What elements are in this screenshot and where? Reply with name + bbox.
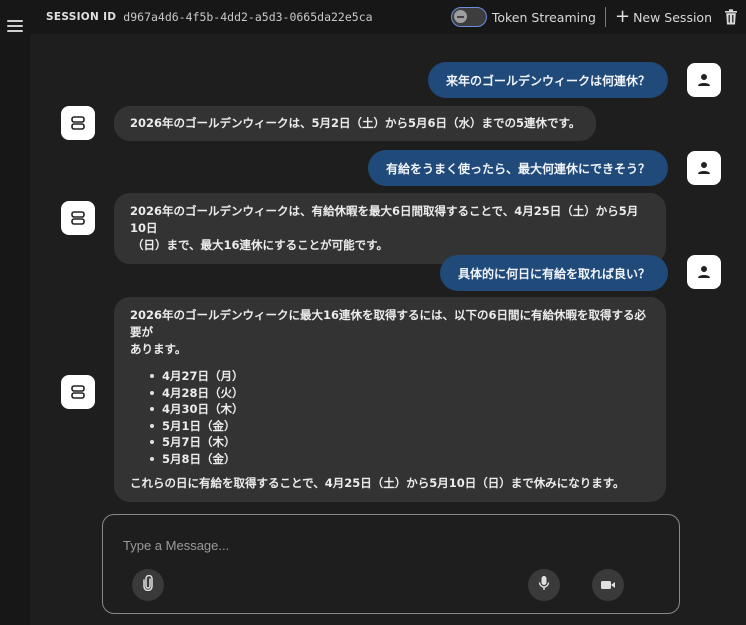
token-streaming-label: Token Streaming — [491, 9, 596, 25]
bot-message: 2026年のゴールデンウィークは、5月2日（土）から5月6日（水）までの5連休で… — [114, 106, 597, 141]
list-item: 4月30日（木） — [150, 401, 650, 418]
user-avatar-icon — [687, 151, 721, 185]
message-composer — [102, 514, 680, 614]
list-item: 4月28日（火） — [150, 385, 650, 402]
holiday-list: 4月27日（月） 4月28日（火） 4月30日（木） 5月1日（金） 5月7日（… — [150, 368, 650, 467]
chat-area: 来年のゴールデンウィークは何連休？ 2026年のゴールデンウィークは、5月2日（… — [30, 34, 746, 625]
bot-message: 2026年のゴールデンウィークに最大16連休を取得するには、以下の6日間に有給休… — [114, 297, 666, 502]
bot-message-line: あります。 — [130, 342, 187, 356]
plus-icon: + — [614, 6, 631, 27]
user-message: 有給をうまく使ったら、最大何連休にできそう？ — [367, 150, 668, 186]
bot-message-line: これらの日に有給を取得することで、4月25日（土）から5月10日（日）まで休みに… — [130, 476, 625, 490]
list-item: 5月8日（金） — [150, 451, 650, 468]
list-item: 5月1日（金） — [150, 418, 650, 435]
list-item: 4月27日（月） — [150, 368, 650, 385]
microphone-button[interactable] — [528, 569, 560, 601]
new-session-button[interactable]: + New Session — [615, 8, 712, 26]
user-avatar-icon — [687, 255, 721, 289]
divider — [604, 7, 606, 27]
side-rail — [0, 0, 30, 625]
new-session-label: New Session — [633, 9, 712, 25]
bot-avatar-icon — [61, 375, 95, 409]
menu-icon[interactable] — [7, 20, 23, 32]
attach-button[interactable] — [132, 569, 164, 601]
bot-message-line: 2026年のゴールデンウィークは、有給休暇を最大6日間取得することで、4月25日… — [130, 204, 639, 235]
bot-message: 2026年のゴールデンウィークは、有給休暇を最大6日間取得することで、4月25日… — [114, 193, 666, 264]
toggle-knob — [453, 10, 467, 23]
list-item: 5月7日（木） — [150, 434, 650, 451]
session-id-label: SESSION ID — [46, 11, 117, 23]
top-bar: SESSION ID d967a4d6-4f5b-4dd2-a5d3-0665d… — [30, 0, 746, 34]
bot-message-line: 2026年のゴールデンウィークに最大16連休を取得するには、以下の6日間に有給休… — [130, 308, 647, 339]
microphone-icon — [537, 575, 551, 595]
video-button[interactable] — [592, 569, 624, 601]
bot-avatar-icon — [61, 106, 95, 140]
user-avatar-icon — [687, 63, 721, 97]
bot-avatar-icon — [61, 201, 95, 235]
video-camera-icon — [600, 576, 616, 595]
message-input[interactable] — [123, 535, 643, 555]
bot-message-line: （日）まで、最大16連休にすることが可能です。 — [132, 238, 389, 252]
token-streaming-toggle[interactable] — [450, 7, 487, 27]
trash-icon[interactable] — [724, 9, 738, 25]
user-message: 来年のゴールデンウィークは何連休？ — [427, 62, 668, 98]
paperclip-icon — [141, 574, 155, 595]
session-id-value: d967a4d6-4f5b-4dd2-a5d3-0665da22e5ca — [123, 10, 373, 24]
user-message: 具体的に何日に有給を取れば良い？ — [439, 255, 668, 291]
